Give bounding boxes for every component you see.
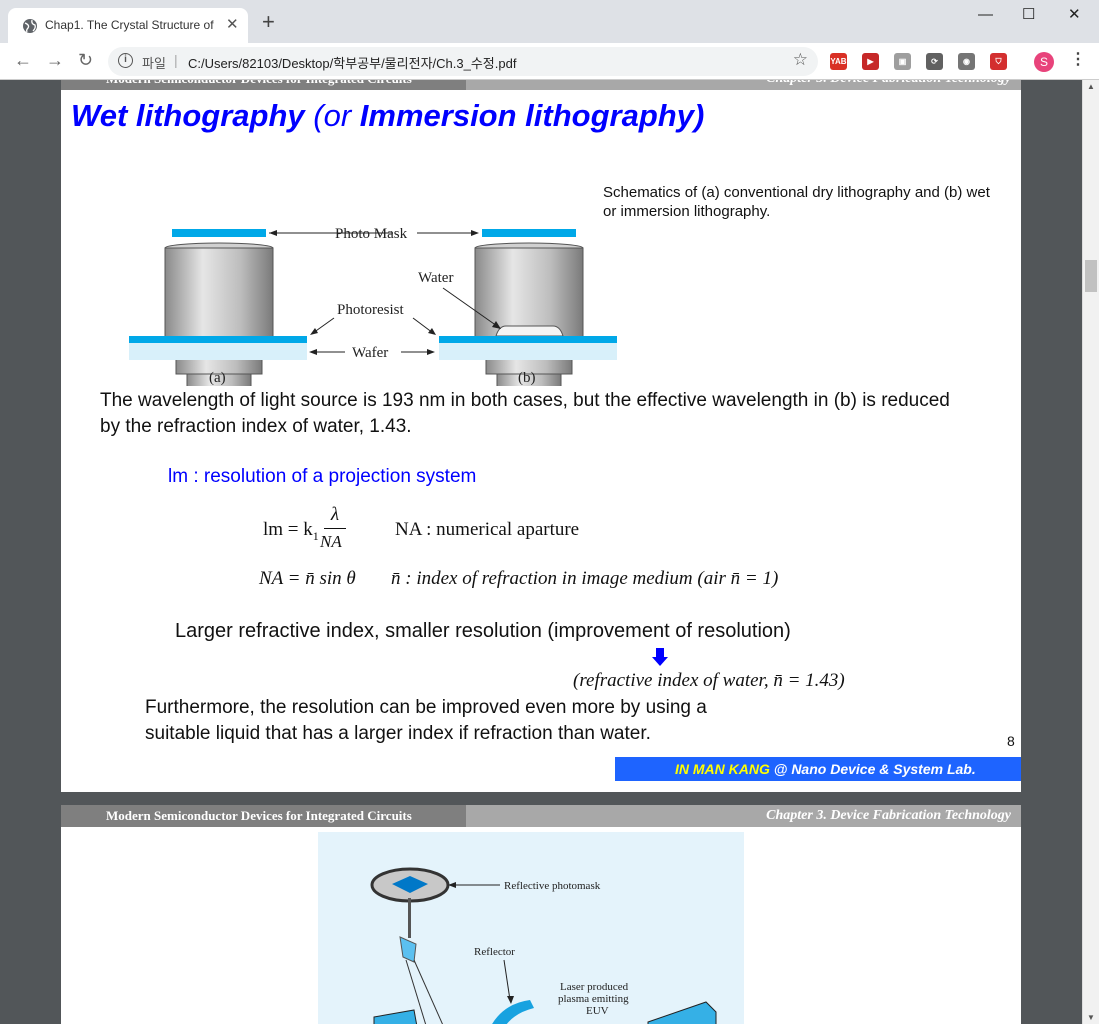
extension-media-icon[interactable]: ▣	[894, 53, 911, 70]
close-window-button[interactable]: ✕	[1068, 6, 1081, 24]
title-bar: Chap1. The Crystal Structure of ✕ + — ☐ …	[0, 0, 1099, 43]
label-b: (b)	[518, 370, 536, 385]
figure-caption: Schematics of (a) conventional dry litho…	[603, 184, 990, 220]
extension-play-icon[interactable]: ▶	[862, 53, 879, 70]
wafer-b	[439, 343, 617, 360]
info-icon[interactable]: i	[118, 53, 133, 68]
page-footer: IN MAN KANG @ Nano Device & System Lab.	[615, 757, 1021, 781]
pdf-viewer[interactable]: Modern Semiconductor Devices for Integra…	[0, 80, 1082, 1024]
tab-close-icon[interactable]: ✕	[226, 15, 239, 33]
header-right: Chapter 3. Device Fabrication Technology	[766, 808, 1011, 823]
label-photo-mask: Photo Mask	[335, 226, 408, 242]
label-water: Water	[418, 270, 453, 286]
extension-yab-icon[interactable]: YAB	[830, 53, 847, 70]
equation-na: NA = n̄ sin θ	[259, 568, 356, 589]
slide-title: Wet lithography (or Immersion lithograph…	[71, 98, 704, 134]
lm-heading: lm : resolution of a projection system	[168, 466, 477, 487]
title-or: (or	[304, 98, 360, 133]
eq1-lhs: lm = k	[263, 519, 313, 540]
maximize-button[interactable]: ☐	[1022, 6, 1035, 24]
page-number: 8	[1007, 733, 1015, 749]
euv-diagram: Reflective photomask Reflector Laser pro…	[370, 867, 717, 1024]
title-part-b: Immersion lithography)	[359, 98, 705, 133]
wafer-resist-a	[129, 336, 307, 343]
page-header: Modern Semiconductor Devices for Integra…	[61, 805, 1021, 827]
profile-avatar[interactable]: S	[1034, 52, 1054, 72]
eq2-note: n̄ : index of refraction in image medium…	[391, 568, 779, 589]
new-tab-button[interactable]: +	[262, 11, 275, 33]
extension-shield-icon[interactable]: ⛉	[990, 53, 1007, 70]
eq1-denominator: NA	[320, 532, 342, 551]
para3-line1: Furthermore, the resolution can be impro…	[145, 697, 707, 718]
menu-icon[interactable]: ⋮	[1070, 51, 1086, 69]
extension-sync-icon[interactable]: ⟳	[926, 53, 943, 70]
bookmark-star-icon[interactable]: ☆	[793, 50, 808, 70]
scroll-up-icon[interactable]: ▲	[1087, 82, 1095, 91]
reload-button[interactable]: ↻	[78, 50, 93, 71]
header-left: Modern Semiconductor Devices for Integra…	[61, 80, 466, 90]
back-button[interactable]: ←	[14, 50, 32, 71]
url-separator: |	[174, 52, 178, 68]
url-scheme: 파일	[142, 56, 166, 71]
vertical-scrollbar[interactable]: ▲ ▼	[1082, 80, 1099, 1024]
eq1-note: NA : numerical aparture	[395, 519, 580, 540]
scrollbar-thumb[interactable]	[1085, 260, 1097, 292]
extension-camera-icon[interactable]: ◉	[958, 53, 975, 70]
tab-title: Chap1. The Crystal Structure of	[45, 18, 214, 32]
paragraph-furthermore: Furthermore, the resolution can be impro…	[145, 695, 707, 747]
photo-mask-a	[172, 229, 266, 237]
header-right: Chapter 3. Device Fabrication Technology	[766, 80, 1011, 90]
wafer-a	[129, 343, 307, 360]
wafer-figure: Photoresist Wafer (a) (b)	[129, 302, 617, 385]
label-wafer: Wafer	[352, 345, 388, 361]
pdf-page-8: Modern Semiconductor Devices for Integra…	[61, 80, 1021, 792]
footer-lab: @ Nano Device & System Lab.	[769, 761, 976, 777]
browser-toolbar: ← → ↻ i 파일 | C:/Users/82103/Desktop/학부공부…	[0, 43, 1099, 80]
title-part-a: Wet lithography	[71, 98, 305, 133]
label-a: (a)	[209, 370, 226, 385]
photo-mask-b	[482, 229, 576, 237]
equation-lm: lm = k1	[263, 519, 319, 544]
address-bar[interactable]: i 파일 | C:/Users/82103/Desktop/학부공부/물리전자/…	[108, 47, 818, 76]
paragraph-wavelength: The wavelength of light source is 193 nm…	[100, 390, 950, 437]
footer-author: IN MAN KANG	[675, 761, 770, 777]
pdf-page-9: Modern Semiconductor Devices for Integra…	[61, 805, 1021, 1024]
label-laser-2: plasma emitting	[558, 993, 629, 1005]
browser-tab[interactable]: Chap1. The Crystal Structure of ✕	[8, 8, 248, 43]
scroll-down-icon[interactable]: ▼	[1087, 1013, 1095, 1022]
header-left: Modern Semiconductor Devices for Integra…	[61, 805, 466, 827]
label-laser-1: Laser produced	[560, 981, 629, 993]
label-laser-3: EUV	[586, 1005, 609, 1017]
globe-icon	[23, 19, 37, 33]
url-text[interactable]: C:/Users/82103/Desktop/학부공부/물리전자/Ch.3_수정…	[188, 53, 516, 72]
paragraph-larger-index: Larger refractive index, smaller resolut…	[175, 620, 791, 642]
eq1-numerator: λ	[324, 504, 346, 529]
page-header: Modern Semiconductor Devices for Integra…	[61, 80, 1021, 90]
label-reflector: Reflector	[474, 946, 515, 958]
forward-button[interactable]: →	[46, 50, 64, 71]
label-photoresist: Photoresist	[337, 302, 405, 318]
euv-figure: Reflective photomask Reflector Laser pro…	[318, 832, 744, 1024]
label-photomask: Reflective photomask	[504, 880, 601, 892]
eq1-sub: 1	[312, 528, 319, 543]
water-label-figure: Water	[418, 270, 501, 329]
minimize-button[interactable]: —	[978, 6, 993, 24]
equation-water-index: (refractive index of water, n̄ = 1.43)	[573, 670, 845, 691]
para3-line2: suitable liquid that has a larger index …	[145, 723, 651, 744]
arrow-down-icon	[652, 648, 668, 666]
